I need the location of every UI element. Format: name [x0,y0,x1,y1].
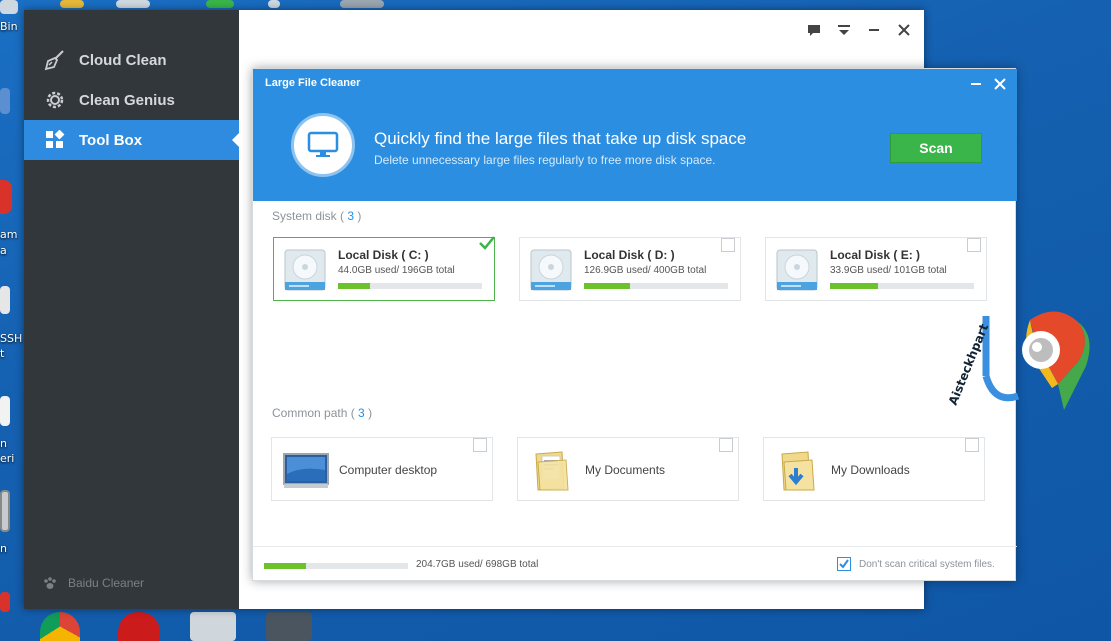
feedback-icon[interactable] [806,22,822,38]
desktop-icon[interactable] [266,612,312,641]
path-checkbox[interactable] [965,438,979,452]
hard-drive-icon [776,249,818,291]
desktop-icon[interactable] [0,286,10,314]
brand-label: Baidu Cleaner [68,576,145,590]
disk-card-e[interactable]: Local Disk ( E: ) 33.9GB used/ 101GB tot… [765,237,987,301]
documents-folder-icon [535,451,569,491]
total-usage-fill [264,563,306,569]
scan-button[interactable]: Scan [890,133,982,163]
disk-name: Local Disk ( E: ) [830,248,921,262]
desktop-label: n [0,437,7,450]
dialog-footer: 204.7GB used/ 698GB total Don't scan cri… [253,546,1017,582]
desktop-icon[interactable] [0,592,10,612]
sidebar-item-cloud-clean[interactable]: Cloud Clean [24,40,239,80]
sidebar-item-tool-box[interactable]: Tool Box [24,120,239,160]
desktop-label: SSH [0,332,23,345]
close-icon[interactable] [993,77,1007,91]
window-controls [806,22,912,38]
desktop-icon[interactable] [0,180,12,214]
path-name: My Downloads [831,463,910,477]
path-card-downloads[interactable]: My Downloads [763,437,985,501]
disk-usage-bar [338,283,482,289]
monitor-icon [283,453,329,488]
disk-usage-text: 126.9GB used/ 400GB total [584,265,707,276]
desktop-label: eri [0,452,15,465]
common-path-label: Common path ( 3 ) [272,406,373,420]
sidebar-item-label: Cloud Clean [79,51,167,69]
system-disk-label: System disk ( 3 ) [272,209,362,223]
gear-icon [43,88,67,112]
baidu-paw-icon [42,575,58,591]
path-card-desktop[interactable]: Computer desktop [271,437,493,501]
broom-icon [43,48,67,72]
minimize-icon[interactable] [969,77,983,91]
desktop-icon[interactable] [340,0,384,8]
monitor-icon [291,113,355,177]
desktop-icon[interactable] [0,490,10,532]
checkmark-icon[interactable] [478,234,496,252]
opera-desktop-icon[interactable] [118,612,160,641]
disk-usage-fill [338,283,370,289]
desktop-label: a [0,244,7,257]
disk-usage-bar [584,283,728,289]
desktop-label: am [0,228,18,241]
watermark-logo: Aisteckhpart [946,311,1090,410]
dialog-title: Large File Cleaner [265,77,361,89]
disk-checkbox[interactable] [967,238,981,252]
hard-drive-icon [284,249,326,291]
desktop-label: n [0,542,7,555]
hero-subtitle: Delete unnecessary large files regularly… [374,153,716,167]
desktop-label: Bin [0,20,18,33]
disk-card-c[interactable]: Local Disk ( C: ) 44.0GB used/ 196GB tot… [273,234,496,301]
disk-usage-fill [584,283,631,289]
desktop-icon[interactable] [190,612,236,641]
sidebar: Cloud Clean Clean Genius Tool Box Baidu … [24,10,239,609]
disk-card-d[interactable]: Local Disk ( D: ) 126.9GB used/ 400GB to… [519,237,741,301]
disk-usage-text: 44.0GB used/ 196GB total [338,265,455,276]
path-checkbox[interactable] [719,438,733,452]
desktop-icon-recycle[interactable] [0,0,18,14]
hero-title: Quickly find the large files that take u… [374,129,747,148]
desktop-icon[interactable] [268,0,280,8]
disk-name: Local Disk ( D: ) [584,248,675,262]
disk-usage-text: 33.9GB used/ 101GB total [830,265,947,276]
large-file-cleaner-dialog: Large File Cleaner Quickly find the larg… [252,68,1017,582]
common-path-count: 3 [358,406,365,420]
grid-icon [43,128,67,152]
disk-usage-fill [830,283,878,289]
chrome-desktop-icon[interactable] [40,612,80,641]
hard-drive-icon [530,249,572,291]
total-usage-bar [264,563,408,569]
desktop-icon[interactable] [0,88,10,114]
disk-name: Local Disk ( C: ) [338,248,429,262]
dialog-controls [969,77,1007,91]
menu-dropdown-icon[interactable] [836,22,852,38]
downloads-folder-icon [781,451,815,491]
desktop-icon[interactable] [60,0,84,8]
system-disk-count: 3 [347,209,355,223]
desktop-icon[interactable] [116,0,150,8]
path-name: My Documents [585,463,666,477]
path-card-documents[interactable]: My Documents [517,437,739,501]
sidebar-item-label: Clean Genius [79,91,175,109]
sidebar-item-label: Tool Box [79,131,143,149]
total-usage-text: 204.7GB used/ 698GB total [416,559,539,570]
disk-usage-bar [830,283,974,289]
desktop-icon[interactable] [0,396,10,426]
disk-checkbox[interactable] [721,238,735,252]
path-checkbox[interactable] [473,438,487,452]
dialog-header: Large File Cleaner Quickly find the larg… [253,69,1017,201]
checkmark-icon [839,559,849,569]
path-name: Computer desktop [339,463,438,477]
sidebar-item-clean-genius[interactable]: Clean Genius [24,80,239,120]
skip-system-files-label: Don't scan critical system files. [859,559,995,570]
skip-system-files-checkbox[interactable] [837,557,851,571]
close-icon[interactable] [896,22,912,38]
brand: Baidu Cleaner [42,575,144,591]
desktop-icon[interactable] [206,0,234,8]
desktop-label: t [0,347,5,360]
minimize-icon[interactable] [866,22,882,38]
